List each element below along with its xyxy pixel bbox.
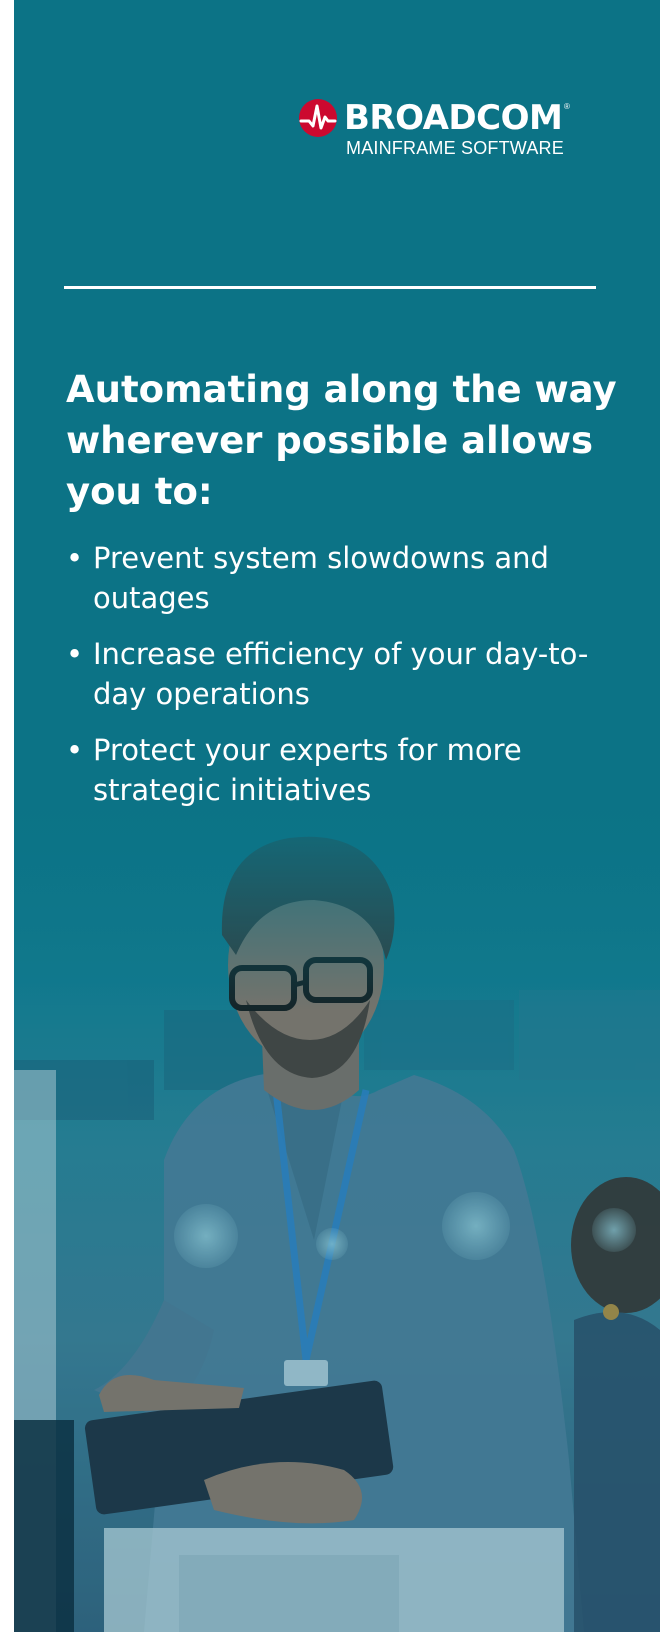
- broadcom-logo: BROADCOM ® MAINFRAME SOFTWARE: [298, 98, 598, 162]
- list-item: • Increase efficiency of your day-to-day…: [66, 634, 626, 714]
- registered-mark: ®: [564, 102, 570, 111]
- list-item-text: Prevent system slowdowns and outages: [93, 541, 549, 615]
- list-item: • Prevent system slowdowns and outages: [66, 538, 626, 618]
- list-item-text: Protect your experts for more strategic …: [93, 733, 522, 807]
- divider: [64, 286, 596, 289]
- bullet-glyph: •: [66, 637, 84, 671]
- list-item-text: Increase efficiency of your day-to-day o…: [93, 637, 589, 711]
- bullet-glyph: •: [66, 733, 84, 767]
- list-item: • Protect your experts for more strategi…: [66, 730, 626, 810]
- brochure-panel: BROADCOM ® MAINFRAME SOFTWARE Automating…: [14, 0, 660, 1632]
- benefit-list: • Prevent system slowdowns and outages •…: [66, 538, 626, 826]
- brand-subtitle: MAINFRAME SOFTWARE: [346, 138, 564, 158]
- page-heading: Automating along the way wherever possib…: [66, 368, 617, 513]
- broadcom-pulse-icon: [299, 99, 337, 137]
- brand-name: BROADCOM: [344, 98, 563, 138]
- bullet-glyph: •: [66, 541, 84, 575]
